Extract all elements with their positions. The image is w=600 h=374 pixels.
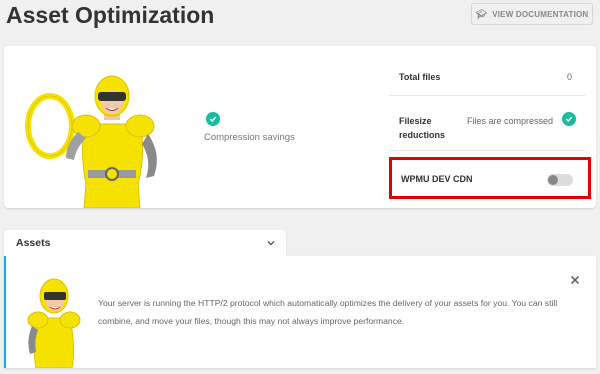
total-files-label: Total files bbox=[399, 72, 441, 82]
compression-savings-label: Compression savings bbox=[204, 132, 295, 143]
view-documentation-button[interactable]: 🎓︎ VIEW DOCUMENTATION bbox=[471, 3, 593, 25]
stat-divider bbox=[389, 95, 585, 96]
cdn-toggle[interactable] bbox=[547, 174, 573, 186]
graduation-cap-icon: 🎓︎ bbox=[475, 8, 488, 19]
http2-notice: Your server is running the HTTP/2 protoc… bbox=[4, 256, 596, 368]
cdn-label: WPMU DEV CDN bbox=[401, 174, 473, 184]
summary-panel: Compression savings Total files 0 Filesi… bbox=[4, 46, 596, 208]
filesize-label-line2: reductions bbox=[399, 130, 446, 140]
super-hero-small-illustration bbox=[27, 278, 81, 368]
filesize-label-line1: Filesize bbox=[399, 116, 432, 126]
chevron-down-icon bbox=[267, 241, 275, 246]
compression-check-icon bbox=[206, 112, 220, 126]
super-hero-illustration bbox=[25, 75, 157, 208]
filesize-value: Files are compressed bbox=[467, 116, 554, 126]
notice-text: Your server is running the HTTP/2 protoc… bbox=[98, 298, 558, 326]
assets-label: Assets bbox=[16, 237, 51, 249]
page-title: Asset Optimization bbox=[6, 2, 215, 28]
toggle-knob bbox=[548, 175, 558, 185]
total-files-value: 0 bbox=[567, 72, 573, 82]
view-documentation-label: VIEW DOCUMENTATION bbox=[492, 9, 589, 19]
assets-dropdown[interactable]: Assets bbox=[4, 230, 286, 256]
stat-divider bbox=[389, 150, 585, 151]
compressed-check-icon bbox=[562, 112, 576, 126]
close-icon[interactable] bbox=[568, 273, 582, 287]
